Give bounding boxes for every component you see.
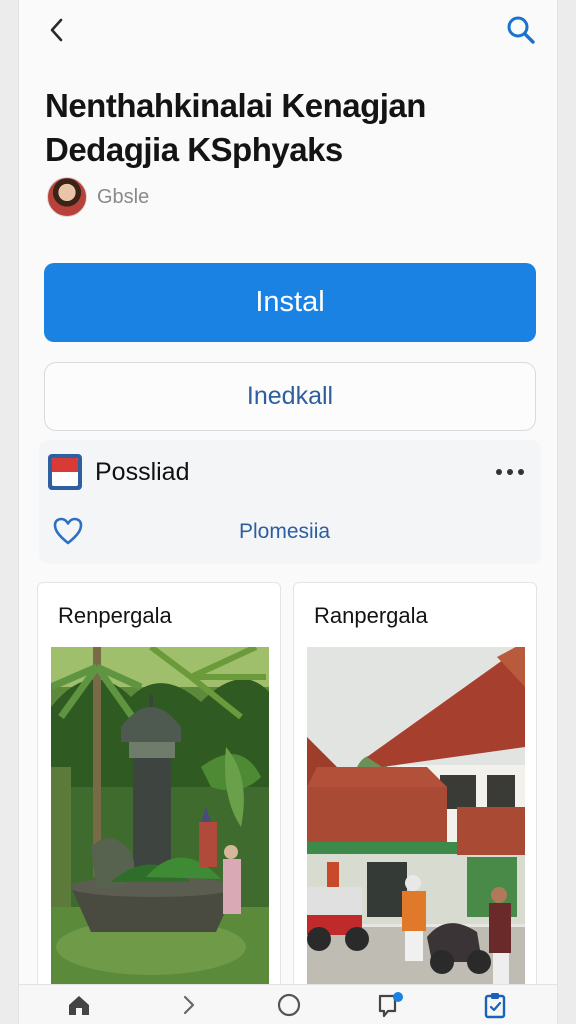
nav-forward[interactable] <box>173 991 205 1019</box>
secondary-button[interactable]: Inedkall <box>44 362 536 431</box>
info-card: Possliad Plomesiia <box>39 440 541 564</box>
search-icon <box>507 16 535 44</box>
more-horizontal-icon <box>496 469 524 475</box>
gallery-card-1[interactable]: Renpergala <box>37 582 281 1002</box>
notification-icon <box>378 992 403 1018</box>
app-screen: Nenthahkinalai Kenagjan Dedagjia KSphyak… <box>18 0 558 1024</box>
app-title-line-2: Dedagjia KSphyaks <box>45 131 343 168</box>
chevron-left-icon <box>50 18 63 42</box>
nav-home[interactable] <box>63 991 95 1019</box>
nav-circle[interactable] <box>273 991 305 1019</box>
circle-icon <box>277 993 301 1017</box>
chevron-right-icon <box>183 995 195 1015</box>
more-options-button[interactable] <box>493 458 527 486</box>
developer-name: Gbsle <box>97 185 150 208</box>
top-bar <box>19 0 557 64</box>
nav-clipboard[interactable] <box>479 991 511 1019</box>
install-button[interactable]: Instal <box>44 263 536 342</box>
flag-icon <box>48 454 82 490</box>
heart-icon <box>53 517 83 545</box>
nav-notifications[interactable] <box>375 991 407 1019</box>
gallery-card-2-title: Ranpergala <box>314 603 428 628</box>
search-button[interactable] <box>503 12 539 48</box>
favorite-button[interactable] <box>51 514 85 548</box>
bottom-navigation <box>19 984 557 1024</box>
clipboard-icon <box>484 993 506 1019</box>
app-title: Nenthahkinalai Kenagjan Dedagjia KSphyak… <box>45 84 515 172</box>
gallery-card-2[interactable]: Ranpergala <box>293 582 537 1002</box>
country-link[interactable]: Plomesiia <box>239 520 330 544</box>
developer-avatar <box>47 177 87 217</box>
gallery-card-1-title: Renpergala <box>58 603 172 628</box>
building-street-photo <box>307 647 525 987</box>
back-button[interactable] <box>41 14 73 46</box>
info-label: Possliad <box>95 458 190 486</box>
garden-monument-photo <box>51 647 269 987</box>
developer-row[interactable]: Gbsle <box>47 176 149 218</box>
app-title-line-1: Nenthahkinalai Kenagjan <box>45 87 426 124</box>
home-icon <box>69 996 89 1015</box>
